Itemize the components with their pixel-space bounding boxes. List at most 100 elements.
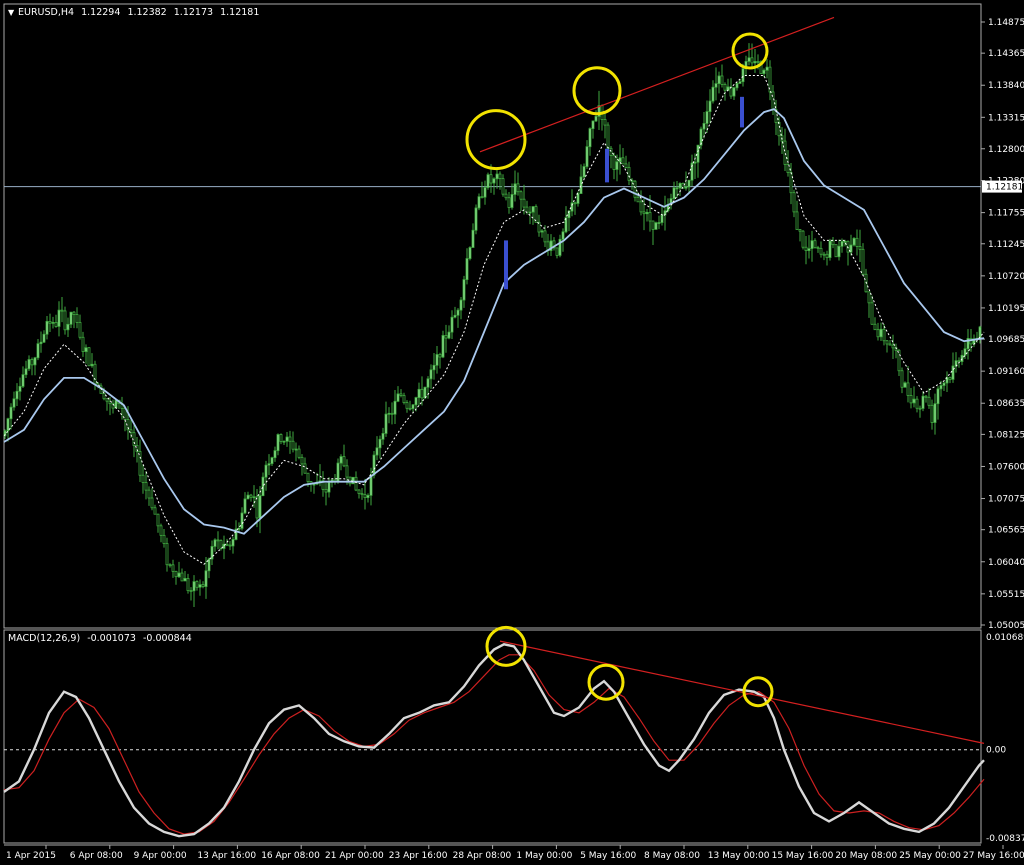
candle-body	[801, 230, 805, 248]
candle-body	[498, 173, 502, 180]
candle-body	[357, 489, 361, 494]
candle-body	[150, 497, 154, 509]
candle-body	[417, 388, 421, 398]
macd-main-value: -0.001073	[87, 633, 136, 644]
macd-tick-label: -0.008374	[986, 834, 1024, 844]
candle-body	[243, 498, 247, 514]
candle-body	[867, 291, 871, 304]
candle-body	[573, 202, 577, 205]
candle-body	[708, 100, 712, 112]
candle-body	[279, 434, 283, 442]
candle-body	[765, 66, 769, 71]
candle-body	[198, 584, 202, 588]
price-tick-label: 1.13840	[988, 81, 1024, 91]
candle-body	[180, 572, 184, 582]
candle-body	[906, 382, 910, 396]
candle-body	[876, 329, 880, 338]
candle-body	[354, 476, 358, 491]
candle-body	[606, 124, 610, 149]
candle-body	[390, 412, 394, 415]
candle-body	[492, 178, 496, 184]
candle-body	[642, 211, 646, 215]
price-tick-label: 1.10720	[988, 272, 1024, 282]
candle-body	[636, 196, 640, 203]
candle-body	[459, 299, 463, 311]
candle-body	[879, 328, 883, 338]
candle-body	[888, 343, 892, 346]
candle-body	[477, 196, 481, 209]
candle-body	[384, 413, 388, 434]
candle-body	[654, 222, 658, 230]
candle-body	[114, 399, 118, 409]
candle-body	[87, 347, 91, 367]
candle-body	[942, 382, 946, 386]
candle-body	[216, 539, 220, 542]
candle-body	[372, 454, 376, 476]
candle-body	[753, 61, 757, 64]
time-tick-label: 9 Apr 00:00	[134, 851, 187, 861]
candle-body	[105, 398, 109, 402]
candle-body	[840, 241, 844, 247]
price-tick-label: 1.08125	[988, 430, 1024, 440]
candle-body	[249, 494, 253, 498]
candle-body	[807, 248, 811, 251]
candle-body	[843, 240, 847, 243]
candle-body	[615, 161, 619, 170]
candle-body	[579, 176, 583, 194]
price-tick-label: 1.13315	[988, 113, 1024, 123]
candle-body	[429, 369, 433, 380]
candle-body	[627, 167, 631, 181]
candle-body	[510, 194, 514, 208]
candle-body	[453, 314, 457, 318]
trading-chart[interactable]: ▼ EURUSD,H4 1.12294 1.12382 1.12173 1.12…	[0, 0, 1024, 865]
candle-body	[288, 436, 292, 442]
candle-body	[516, 183, 520, 193]
candle-body	[885, 340, 889, 345]
candle-body	[948, 377, 952, 380]
price-tick-label: 1.11245	[988, 240, 1024, 250]
candle-body	[177, 572, 181, 578]
time-tick-label: 21 Apr 00:00	[325, 851, 384, 861]
candle-body	[684, 186, 688, 189]
candle-body	[213, 539, 217, 547]
price-tick-label: 1.12800	[988, 145, 1024, 155]
candle-body	[285, 436, 289, 442]
candle-body	[798, 229, 802, 232]
candle-body	[900, 370, 904, 388]
candle-body	[375, 447, 379, 456]
candle-body	[612, 155, 616, 170]
candle-body	[735, 83, 739, 89]
time-tick-label: 13 Apr 16:00	[197, 851, 256, 861]
candle-body	[582, 166, 586, 178]
candle-body	[327, 481, 331, 493]
candle-body	[339, 456, 343, 464]
candle-body	[66, 323, 70, 331]
candle-body	[531, 206, 535, 213]
time-tick-label: 13 May 00:00	[708, 851, 770, 861]
candle-body	[246, 494, 250, 500]
candle-body	[639, 201, 643, 213]
candle-body	[414, 397, 418, 406]
candle-body	[42, 333, 46, 343]
candle-body	[603, 119, 607, 126]
candle-body	[201, 584, 205, 587]
candle-body	[165, 543, 169, 566]
candle-body	[702, 123, 706, 130]
candle-body	[468, 247, 472, 259]
candle-body	[27, 359, 31, 370]
candle-body	[951, 365, 955, 380]
candle-body	[624, 163, 628, 168]
price-tick-label: 1.05005	[988, 621, 1024, 631]
candle-body	[816, 247, 820, 249]
symbol-dropdown-icon[interactable]: ▼	[8, 8, 15, 17]
candle-body	[555, 247, 559, 256]
candle-body	[585, 146, 589, 167]
macd-tick-label: 0.00	[986, 746, 1006, 756]
candle-body	[783, 140, 787, 165]
candle-body	[933, 403, 937, 423]
candle-body	[270, 457, 274, 465]
candle-body	[267, 463, 271, 466]
candle-body	[60, 309, 64, 312]
candle-body	[480, 196, 484, 199]
candle-body	[393, 400, 397, 415]
